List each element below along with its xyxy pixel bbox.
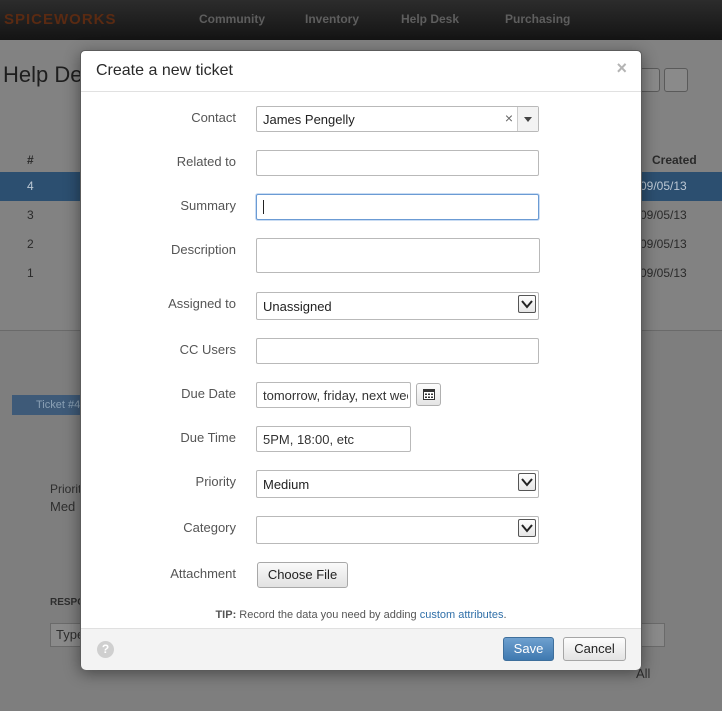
dialog-title: Create a new ticket <box>96 62 233 79</box>
summary-input[interactable] <box>256 194 539 220</box>
priority-value: Medium <box>263 477 310 492</box>
summary-label: Summary <box>180 198 236 213</box>
ticket-number: 3 <box>27 208 34 222</box>
assigned-to-value: Unassigned <box>263 299 332 314</box>
dialog-header: Create a new ticket × <box>81 51 641 92</box>
chevron-down-icon <box>518 295 536 313</box>
ticket-number: 2 <box>27 237 34 251</box>
dialog-footer: ? Save Cancel <box>81 628 641 670</box>
ticket-created: 09/05/13 <box>640 266 687 280</box>
chevron-down-icon <box>518 473 536 491</box>
category-label: Category <box>183 520 236 535</box>
top-navigation-bar: SPICEWORKS Community Inventory Help Desk… <box>0 0 722 40</box>
due-date-placeholder: tomorrow, friday, next week <box>263 388 408 403</box>
close-icon[interactable]: × <box>616 59 627 77</box>
contact-value: James Pengelly <box>263 112 355 127</box>
due-time-label: Due Time <box>180 430 236 445</box>
assigned-to-label: Assigned to <box>168 296 236 311</box>
custom-attributes-link[interactable]: custom attributes <box>420 609 504 621</box>
create-ticket-dialog: Create a new ticket × Contact James Peng… <box>80 50 642 670</box>
nav-help-desk[interactable]: Help Desk <box>401 12 459 26</box>
calendar-button[interactable] <box>416 383 441 406</box>
ticket-number: 4 <box>27 179 34 193</box>
clear-contact-icon[interactable]: × <box>505 110 513 126</box>
ticket-created: 09/05/13 <box>640 237 687 251</box>
due-date-input[interactable]: tomorrow, friday, next week <box>256 382 411 408</box>
cc-users-label: CC Users <box>179 342 236 357</box>
nav-inventory[interactable]: Inventory <box>305 12 359 26</box>
priority-select[interactable]: Medium <box>256 470 539 498</box>
due-time-placeholder: 5PM, 18:00, etc <box>263 432 355 447</box>
priority-label: Priority <box>195 474 236 489</box>
due-date-label: Due Date <box>181 386 236 401</box>
ticket-created: 09/05/13 <box>640 179 687 193</box>
contact-label: Contact <box>191 110 236 125</box>
cancel-button[interactable]: Cancel <box>563 637 626 661</box>
nav-community[interactable]: Community <box>199 12 265 26</box>
chevron-down-icon <box>518 519 536 537</box>
text-cursor <box>263 200 264 214</box>
attachment-label: Attachment <box>170 566 236 581</box>
spiceworks-logo: SPICEWORKS <box>4 11 117 28</box>
column-header-created[interactable]: Created <box>652 153 697 167</box>
cc-users-input[interactable] <box>256 338 539 364</box>
due-time-input[interactable]: 5PM, 18:00, etc <box>256 426 411 452</box>
calendar-icon <box>423 389 435 400</box>
choose-file-button[interactable]: Choose File <box>257 562 348 588</box>
ticket-created: 09/05/13 <box>640 208 687 222</box>
help-icon[interactable]: ? <box>97 641 114 658</box>
save-button[interactable]: Save <box>503 637 554 661</box>
options-dropdown[interactable] <box>664 68 688 92</box>
chevron-down-icon[interactable] <box>517 107 538 131</box>
category-select[interactable] <box>256 516 539 544</box>
tip-body: Record the data you need by adding <box>239 609 417 621</box>
description-label: Description <box>170 242 236 257</box>
contact-select[interactable]: James Pengelly × <box>256 106 539 132</box>
tip-suffix: . <box>503 609 507 621</box>
related-to-input[interactable] <box>256 150 539 176</box>
ticket-tab[interactable]: Ticket #4 <box>12 395 84 415</box>
priority-value: Med <box>50 499 76 514</box>
description-textarea[interactable] <box>256 238 540 273</box>
assigned-to-select[interactable]: Unassigned <box>256 292 539 320</box>
tip-text: TIP: Record the data you need by adding … <box>81 609 641 621</box>
related-to-label: Related to <box>176 154 236 169</box>
tip-prefix: TIP: <box>215 609 237 621</box>
ticket-number: 1 <box>27 266 34 280</box>
column-header-number[interactable]: # <box>27 153 34 167</box>
nav-purchasing[interactable]: Purchasing <box>505 12 570 26</box>
